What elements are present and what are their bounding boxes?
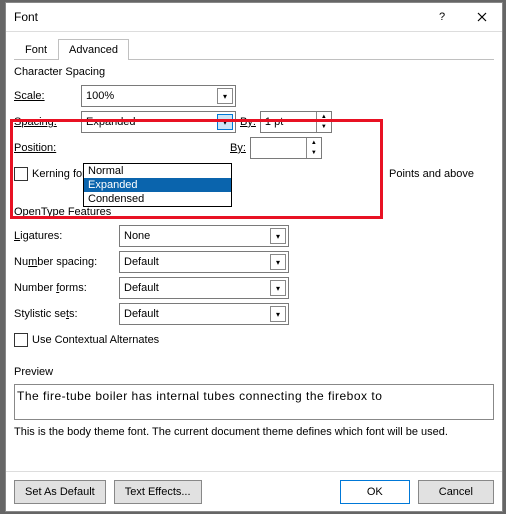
chevron-down-icon: ▾ bbox=[217, 88, 233, 104]
dialog-footer: Set As Default Text Effects... OK Cancel bbox=[6, 471, 502, 511]
chevron-down-icon: ▾ bbox=[270, 254, 286, 270]
position-by-label: By: bbox=[230, 142, 246, 154]
tab-advanced[interactable]: Advanced bbox=[58, 39, 129, 60]
ligatures-label: Ligatures: bbox=[14, 230, 119, 242]
spacing-option-condensed[interactable]: Condensed bbox=[84, 192, 231, 206]
tab-font[interactable]: Font bbox=[14, 39, 58, 60]
spacing-by-spinner[interactable]: 1 pt ▲▼ bbox=[260, 111, 332, 133]
character-spacing-title: Character Spacing bbox=[14, 66, 494, 78]
number-forms-combo[interactable]: Default ▾ bbox=[119, 277, 289, 299]
spacing-by-label: By: bbox=[240, 116, 256, 128]
number-spacing-combo[interactable]: Default ▾ bbox=[119, 251, 289, 273]
preview-note: This is the body theme font. The current… bbox=[14, 426, 494, 438]
preview-title: Preview bbox=[14, 366, 494, 378]
close-icon bbox=[477, 12, 487, 22]
titlebar: Font ? bbox=[6, 3, 502, 32]
spinner-buttons[interactable]: ▲▼ bbox=[306, 138, 321, 158]
stylistic-sets-label: Stylistic sets: bbox=[14, 308, 119, 320]
opentype-title: OpenType Features bbox=[14, 206, 494, 218]
spacing-by-value: 1 pt bbox=[265, 116, 283, 128]
chevron-down-icon: ▾ bbox=[217, 114, 233, 130]
number-spacing-value: Default bbox=[124, 256, 159, 268]
stylistic-sets-value: Default bbox=[124, 308, 159, 320]
chevron-down-icon: ▾ bbox=[270, 228, 286, 244]
chevron-down-icon: ▾ bbox=[270, 280, 286, 296]
spacing-combo[interactable]: Expanded ▾ bbox=[81, 111, 236, 133]
stylistic-sets-combo[interactable]: Default ▾ bbox=[119, 303, 289, 325]
contextual-alternates-label: Use Contextual Alternates bbox=[32, 334, 159, 346]
spacing-dropdown-list[interactable]: Normal Expanded Condensed bbox=[83, 163, 232, 207]
position-label: Position: bbox=[14, 142, 81, 154]
set-as-default-button[interactable]: Set As Default bbox=[14, 480, 106, 504]
spacing-option-normal[interactable]: Normal bbox=[84, 164, 231, 178]
number-forms-value: Default bbox=[124, 282, 159, 294]
tab-bar: Font Advanced bbox=[14, 38, 494, 60]
ligatures-value: None bbox=[124, 230, 150, 242]
checkbox-icon bbox=[14, 333, 28, 347]
spacing-label: Spacing: bbox=[14, 116, 81, 128]
cancel-button[interactable]: Cancel bbox=[418, 480, 494, 504]
ligatures-combo[interactable]: None ▾ bbox=[119, 225, 289, 247]
font-dialog: Font ? Font Advanced Character Spacing S… bbox=[5, 2, 503, 512]
points-above-label: Points and above bbox=[389, 168, 474, 180]
scale-label: Scale: bbox=[14, 90, 81, 102]
scale-combo[interactable]: 100% ▾ bbox=[81, 85, 236, 107]
scale-value: 100% bbox=[86, 90, 114, 102]
checkbox-icon bbox=[14, 167, 28, 181]
text-effects-button[interactable]: Text Effects... bbox=[114, 480, 202, 504]
help-button[interactable]: ? bbox=[422, 3, 462, 31]
spinner-buttons[interactable]: ▲▼ bbox=[316, 112, 331, 132]
chevron-down-icon: ▾ bbox=[270, 306, 286, 322]
spacing-value: Expanded bbox=[86, 116, 136, 128]
spacing-option-expanded[interactable]: Expanded bbox=[84, 178, 231, 192]
contextual-alternates-checkbox[interactable]: Use Contextual Alternates bbox=[14, 333, 159, 347]
number-spacing-label: Number spacing: bbox=[14, 256, 119, 268]
number-forms-label: Number forms: bbox=[14, 282, 119, 294]
close-button[interactable] bbox=[462, 3, 502, 31]
preview-box: The fire-tube boiler has internal tubes … bbox=[14, 384, 494, 420]
ok-button[interactable]: OK bbox=[340, 480, 410, 504]
window-title: Font bbox=[14, 10, 422, 24]
position-by-spinner[interactable]: ▲▼ bbox=[250, 137, 322, 159]
